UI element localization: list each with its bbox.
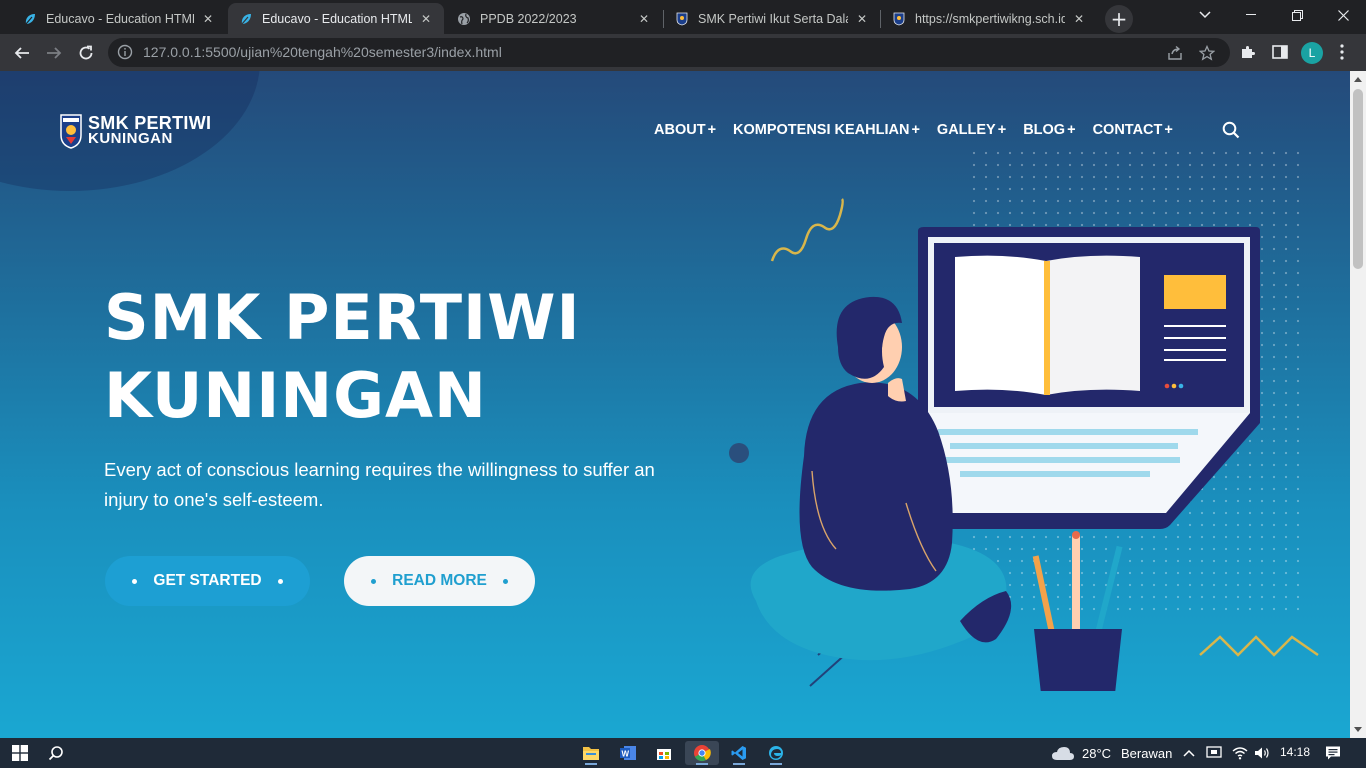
hero-title-line-1: SMK PERTIWI — [104, 281, 581, 354]
hero-illustration — [729, 151, 1319, 691]
store-icon[interactable] — [652, 741, 676, 765]
running-indicator — [733, 763, 745, 765]
zigzag-decoration — [1199, 635, 1319, 657]
tab-close-button[interactable]: ✕ — [200, 11, 216, 27]
logo-text: SMK PERTIWI KUNINGAN — [88, 113, 212, 147]
extensions-puzzle-icon[interactable] — [1238, 42, 1258, 62]
educavo-leaf-icon — [22, 11, 38, 27]
browser-tab-active[interactable]: Educavo - Education HTML Te ✕ — [228, 3, 444, 34]
vscode-icon[interactable] — [727, 741, 751, 765]
book-spine — [1044, 261, 1050, 395]
running-indicator — [585, 763, 597, 765]
browser-tab-strip: Educavo - Education HTML Te ✕ Educavo - … — [0, 0, 1366, 34]
chrome-icon[interactable] — [685, 741, 719, 765]
notification-tray-icon[interactable] — [1204, 741, 1224, 765]
scrollbar-thumb[interactable] — [1353, 89, 1363, 269]
pencil-cup — [1034, 629, 1122, 691]
weather-temperature[interactable]: 28°C — [1082, 746, 1111, 761]
dot-icon — [371, 578, 377, 584]
windows-start-icon[interactable] — [8, 741, 32, 765]
forward-button[interactable] — [40, 39, 68, 67]
browser-tab[interactable]: Educavo - Education HTML Te ✕ — [12, 3, 226, 34]
screen-highlight-block — [1164, 275, 1226, 309]
get-started-button[interactable]: GET STARTED — [105, 556, 310, 606]
tab-close-button[interactable]: ✕ — [418, 11, 434, 27]
browser-toolbar: 127.0.0.1:5500/ujian%20tengah%20semester… — [0, 34, 1366, 71]
wifi-icon[interactable] — [1230, 741, 1250, 765]
scroll-down-arrow-icon[interactable] — [1354, 727, 1362, 732]
address-bar[interactable]: 127.0.0.1:5500/ujian%20tengah%20semester… — [108, 38, 1230, 67]
browser-tab[interactable]: https://smkpertiwikng.sch.id ✕ — [881, 3, 1097, 34]
url-text[interactable]: 127.0.0.1:5500/ujian%20tengah%20semester… — [143, 44, 502, 60]
tab-close-button[interactable]: ✕ — [854, 11, 870, 27]
dot-icon — [277, 578, 283, 584]
logo-line-2: KUNINGAN — [88, 130, 173, 147]
back-button[interactable] — [8, 39, 36, 67]
site-logo[interactable]: SMK PERTIWI KUNINGAN — [60, 113, 211, 149]
kebab-menu-icon[interactable] — [1332, 42, 1352, 62]
nav-item-about[interactable]: ABOUT + — [654, 122, 716, 138]
circle-decoration — [729, 443, 749, 463]
page-scrollbar[interactable] — [1350, 71, 1366, 738]
nav-item-kompotensi-keahlian[interactable]: KOMPOTENSI KEAHLIAN + — [733, 122, 920, 138]
notifications-icon[interactable] — [1322, 741, 1344, 765]
edge-icon[interactable] — [764, 741, 788, 765]
search-icon[interactable] — [1222, 121, 1240, 139]
tab-close-button[interactable]: ✕ — [636, 11, 652, 27]
clock-time[interactable]: 14:18 — [1280, 745, 1310, 759]
windows-taskbar: W 28°C Berawan 14:18 — [0, 738, 1366, 768]
share-icon[interactable] — [1166, 44, 1184, 62]
hero-subtitle: Every act of conscious learning requires… — [104, 459, 655, 510]
running-indicator — [696, 763, 708, 765]
plus-icon: + — [1067, 122, 1076, 138]
book-right-page — [1046, 255, 1140, 395]
plus-icon: + — [1164, 122, 1173, 138]
taskbar-search-icon[interactable] — [44, 741, 68, 765]
bookmark-star-icon[interactable] — [1198, 44, 1216, 62]
book-left-page — [955, 255, 1046, 395]
squiggle-decoration — [770, 198, 844, 262]
school-emblem-icon — [891, 11, 907, 27]
browser-tab[interactable]: SMK Pertiwi Ikut Serta Dalam ✕ — [664, 3, 880, 34]
volume-icon[interactable] — [1252, 741, 1272, 765]
dot-icon — [502, 578, 508, 584]
word-icon[interactable]: W — [616, 741, 640, 765]
running-indicator — [770, 763, 782, 765]
plus-icon: + — [911, 122, 920, 138]
plus-icon: + — [997, 122, 1007, 138]
hero-title-line-2: KUNINGAN — [104, 359, 487, 432]
hero-title: SMK PERTIWI KUNINGAN — [104, 279, 581, 435]
logo-line-1: SMK PERTIWI — [88, 113, 212, 133]
tab-search-button[interactable] — [1182, 0, 1228, 30]
info-icon[interactable] — [117, 44, 133, 60]
scroll-up-arrow-icon[interactable] — [1354, 77, 1362, 82]
restore-button[interactable] — [1274, 0, 1320, 30]
read-more-button[interactable]: READ MORE — [344, 556, 535, 606]
chevron-up-icon[interactable] — [1180, 741, 1198, 765]
main-nav: ABOUT + KOMPOTENSI KEAHLIAN + GALLEY + BLOG… — [654, 122, 1190, 138]
browser-tab[interactable]: PPDB 2022/2023 ✕ — [446, 3, 662, 34]
school-emblem-icon — [674, 11, 690, 27]
svg-text:W: W — [622, 750, 630, 759]
educavo-leaf-icon — [238, 11, 254, 27]
nav-item-galley[interactable]: GALLEY + — [937, 122, 1006, 138]
nav-item-blog[interactable]: BLOG + — [1023, 122, 1075, 138]
side-panel-icon[interactable] — [1270, 42, 1290, 62]
weather-cloud-icon[interactable] — [1050, 741, 1076, 765]
close-window-button[interactable] — [1320, 0, 1366, 30]
dot-icon — [132, 578, 138, 584]
minimize-button[interactable] — [1228, 0, 1274, 30]
reload-button[interactable] — [72, 39, 100, 67]
weather-description[interactable]: Berawan — [1121, 746, 1172, 761]
profile-avatar[interactable]: L — [1301, 42, 1323, 64]
school-emblem-icon — [60, 114, 82, 149]
new-tab-button[interactable]: + — [1105, 5, 1133, 33]
tab-close-button[interactable]: ✕ — [1071, 11, 1087, 27]
plus-icon: + — [707, 122, 717, 138]
globe-icon — [456, 11, 472, 27]
page-viewport: SMK PERTIWI KUNINGAN ABOUT + KOMPOTENSI K… — [0, 71, 1350, 738]
file-explorer-icon[interactable] — [579, 741, 603, 765]
nav-item-contact[interactable]: CONTACT + — [1093, 122, 1173, 138]
